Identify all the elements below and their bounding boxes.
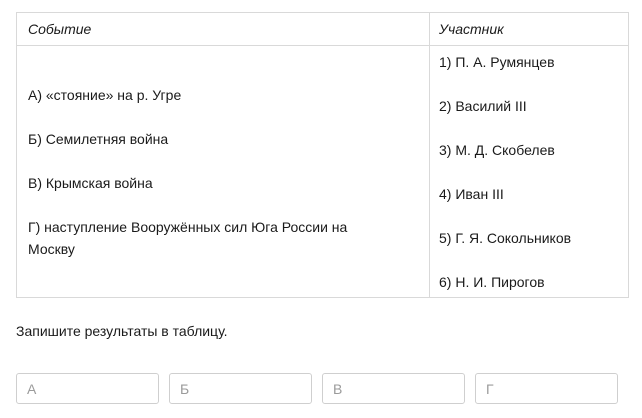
column-divider	[429, 13, 430, 297]
instruction-text: Запишите результаты в таблицу.	[16, 323, 228, 339]
participant-item-6: 6) Н. И. Пирогов	[439, 274, 545, 290]
event-item-g: Г) наступление Вооружённых сил Юга Росси…	[28, 219, 348, 257]
event-item-a: А) «стояние» на р. Угре	[28, 87, 182, 103]
participant-item-1: 1) П. А. Румянцев	[439, 54, 555, 70]
participant-item-2: 2) Василий III	[439, 98, 527, 114]
header-participant: Участник	[439, 21, 504, 37]
participant-item-4: 4) Иван III	[439, 186, 504, 202]
answer-input-a[interactable]	[16, 373, 159, 404]
event-item-v: В) Крымская война	[28, 175, 153, 191]
answer-input-g[interactable]	[475, 373, 618, 404]
event-item-b: Б) Семилетняя война	[28, 131, 169, 147]
header-event: Событие	[28, 21, 92, 37]
table-header-row: Событие Участник	[17, 13, 628, 46]
answer-input-v[interactable]	[322, 373, 465, 404]
participant-item-3: 3) М. Д. Скобелев	[439, 142, 555, 158]
matching-table: Событие Участник А) «стояние» на р. Угре…	[16, 12, 629, 298]
participant-item-5: 5) Г. Я. Сокольников	[439, 230, 572, 246]
answer-input-b[interactable]	[169, 373, 312, 404]
